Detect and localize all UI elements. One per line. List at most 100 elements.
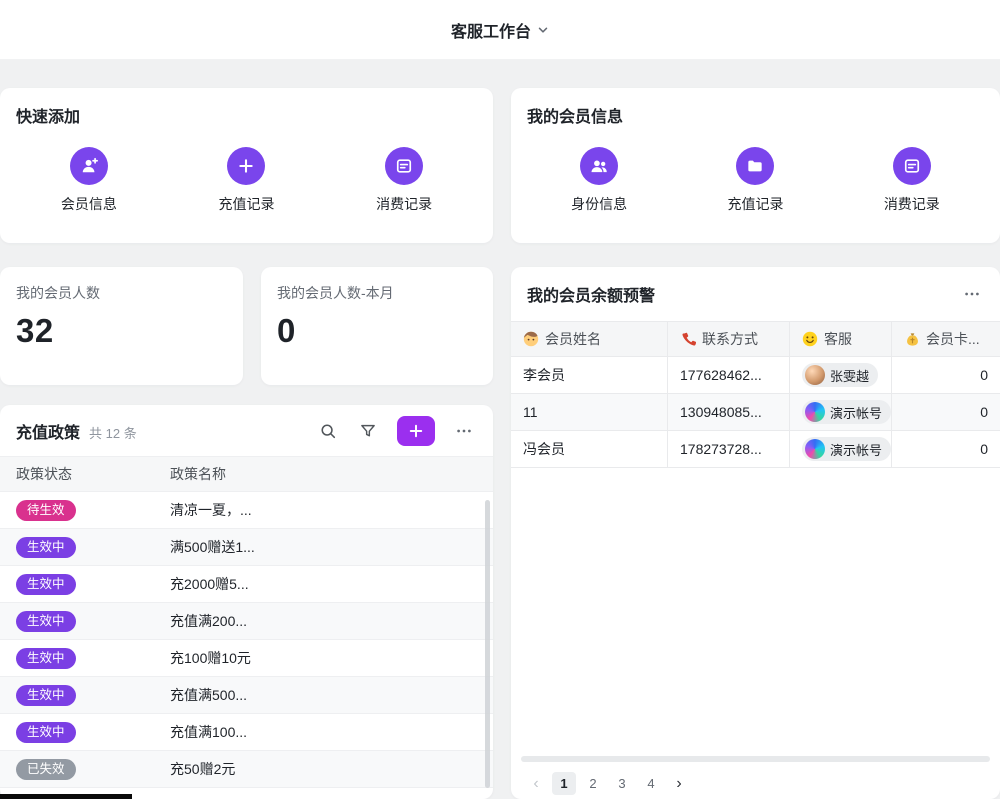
table-row[interactable]: 生效中 充值满200... xyxy=(0,603,493,640)
stat-value: 0 xyxy=(277,312,477,350)
horizontal-scrollbar[interactable] xyxy=(521,756,990,762)
avatar xyxy=(805,402,825,422)
people-icon xyxy=(580,147,618,185)
more-dots-icon[interactable] xyxy=(960,282,984,306)
shortcut-label: 消费记录 xyxy=(376,194,432,214)
my-member-info-title: 我的会员信息 xyxy=(511,88,1000,127)
quick-add-shortcuts: 会员信息 充值记录 消费记录 xyxy=(0,147,493,214)
recharge-policy-title: 充值政策 xyxy=(16,419,80,443)
filter-icon[interactable] xyxy=(353,417,383,445)
status-badge: 已失效 xyxy=(16,759,76,780)
more-dots-icon[interactable] xyxy=(449,417,479,445)
avatar xyxy=(805,439,825,459)
quick-add-card: 快速添加 会员信息 充值记录 消费记录 xyxy=(0,88,493,243)
policy-name: 满500赠送1... xyxy=(170,537,493,557)
page-button-1[interactable]: 1 xyxy=(552,772,576,795)
status-badge: 生效中 xyxy=(16,537,76,558)
table-row[interactable]: 已失效 充50赠2元 xyxy=(0,751,493,788)
agent-chip[interactable]: 演示帐号 xyxy=(802,400,891,424)
shortcut-label: 会员信息 xyxy=(61,194,117,214)
stat-label: 我的会员人数 xyxy=(16,283,227,303)
table-row[interactable]: 11 130948085... 演示帐号 0 xyxy=(511,394,1000,431)
status-badge: 生效中 xyxy=(16,648,76,669)
policy-name: 充50赠2元 xyxy=(170,759,493,779)
table-row[interactable]: 生效中 充值满100... xyxy=(0,714,493,751)
table-row[interactable]: 生效中 充值满500... xyxy=(0,677,493,714)
receipt-icon xyxy=(893,147,931,185)
plus-icon xyxy=(227,147,265,185)
table-row[interactable]: 生效中 充100赠10元 xyxy=(0,640,493,677)
recharge-policy-header: 充值政策 共 12 条 xyxy=(0,405,493,456)
page-button-4[interactable]: 4 xyxy=(639,772,663,795)
balance-cell: 0 xyxy=(892,394,1000,430)
table-body: 待生效 清凉一夏，... 生效中 满500赠送1... 生效中 充2000赠5.… xyxy=(0,492,493,788)
search-icon[interactable] xyxy=(313,417,343,445)
table-header-row: 会员姓名 联系方式 客服 xyxy=(511,321,1000,357)
shortcut-label: 充值记录 xyxy=(218,194,274,214)
balance-warning-table: 会员姓名 联系方式 客服 xyxy=(511,321,1000,468)
shortcut-label: 消费记录 xyxy=(884,194,940,214)
member-count-month-card: 我的会员人数-本月 0 xyxy=(261,267,493,385)
shortcut-label: 身份信息 xyxy=(571,194,627,214)
policy-name: 充100赠10元 xyxy=(170,648,493,668)
agent-name: 演示帐号 xyxy=(830,403,882,422)
shortcut-recharge-record[interactable]: 充值记录 xyxy=(677,147,833,214)
contact-cell: 177628462... xyxy=(668,357,790,393)
policy-name: 充2000赠5... xyxy=(170,574,493,594)
status-badge: 待生效 xyxy=(16,500,76,521)
page-button-2[interactable]: 2 xyxy=(581,772,605,795)
dashboard-screen: 客服工作台 快速添加 会员信息 充值记录 消费 xyxy=(0,0,1000,799)
agent-chip[interactable]: 张雯越 xyxy=(802,363,878,387)
status-badge: 生效中 xyxy=(16,722,76,743)
balance-cell: 0 xyxy=(892,431,1000,467)
prev-page-icon[interactable]: ‹ xyxy=(525,772,547,795)
shortcut-consume-record[interactable]: 消费记录 xyxy=(834,147,990,214)
agent-chip[interactable]: 演示帐号 xyxy=(802,437,891,461)
table-row[interactable]: 冯会员 178273728... 演示帐号 0 xyxy=(511,431,1000,468)
my-member-shortcuts: 身份信息 充值记录 消费记录 xyxy=(511,147,1000,214)
page-button-3[interactable]: 3 xyxy=(610,772,634,795)
member-name-cell: 11 xyxy=(511,394,668,430)
vertical-scrollbar[interactable] xyxy=(485,500,490,788)
folder-icon xyxy=(736,147,774,185)
member-name-cell: 李会员 xyxy=(511,357,668,393)
member-add-icon xyxy=(70,147,108,185)
agent-name: 演示帐号 xyxy=(830,440,882,459)
shortcut-identity-info[interactable]: 身份信息 xyxy=(521,147,677,214)
smiley-icon xyxy=(802,331,818,347)
table-body: 李会员 177628462... 张雯越 0 11 130948085... xyxy=(511,357,1000,468)
shortcut-member-info[interactable]: 会员信息 xyxy=(10,147,168,214)
table-row[interactable]: 生效中 充2000赠5... xyxy=(0,566,493,603)
column-header-label: 会员姓名 xyxy=(545,329,601,349)
quick-add-title: 快速添加 xyxy=(0,88,493,127)
next-page-icon[interactable]: › xyxy=(668,772,690,795)
pagination: ‹ 1 2 3 4 › xyxy=(525,772,690,795)
column-header-label: 客服 xyxy=(824,329,852,349)
table-row[interactable]: 待生效 清凉一夏，... xyxy=(0,492,493,529)
status-badge: 生效中 xyxy=(16,685,76,706)
balance-warning-card: 我的会员余额预警 会员姓名 联系方式 xyxy=(511,267,1000,799)
table-row[interactable]: 李会员 177628462... 张雯越 0 xyxy=(511,357,1000,394)
recharge-policy-card: 充值政策 共 12 条 政策状态 政策名称 xyxy=(0,405,493,799)
shortcut-recharge-record[interactable]: 充值记录 xyxy=(168,147,326,214)
workspace-switcher[interactable]: 客服工作台 xyxy=(451,18,549,42)
column-header-label: 联系方式 xyxy=(702,329,758,349)
shortcut-consume-record[interactable]: 消费记录 xyxy=(325,147,483,214)
add-record-button[interactable] xyxy=(397,416,435,446)
status-badge: 生效中 xyxy=(16,611,76,632)
status-badge: 生效中 xyxy=(16,574,76,595)
column-header-label: 会员卡... xyxy=(926,329,980,349)
my-member-info-card: 我的会员信息 身份信息 充值记录 消费记录 xyxy=(511,88,1000,243)
member-count-card: 我的会员人数 32 xyxy=(0,267,243,385)
moneybag-icon xyxy=(904,331,920,347)
receipt-icon xyxy=(385,147,423,185)
table-row[interactable]: 生效中 满500赠送1... xyxy=(0,529,493,566)
agent-name: 张雯越 xyxy=(830,366,869,385)
record-count: 共 12 条 xyxy=(89,423,137,442)
contact-cell: 178273728... xyxy=(668,431,790,467)
balance-warning-title: 我的会员余额预警 xyxy=(527,282,655,306)
table-toolbar xyxy=(313,416,479,446)
shortcut-label: 充值记录 xyxy=(727,194,783,214)
policy-name: 充值满200... xyxy=(170,611,493,631)
policy-name: 充值满100... xyxy=(170,722,493,742)
